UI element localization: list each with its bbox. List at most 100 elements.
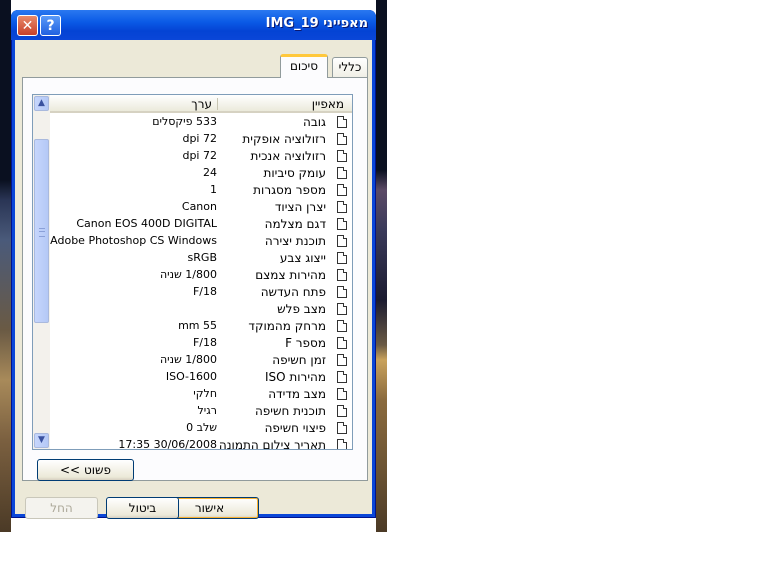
property-name: פתח העדשה <box>260 285 326 299</box>
document-icon <box>337 218 347 230</box>
list-item[interactable]: מרחק מהמוקד 55 mm <box>50 318 352 335</box>
desktop-wallpaper-left <box>0 0 11 532</box>
list-item[interactable]: ייצוג צבע sRGB <box>50 250 352 267</box>
property-value: Canon EOS 400D DIGITAL <box>76 217 217 230</box>
column-header-value[interactable]: ערך <box>191 97 212 111</box>
tab-general[interactable]: כללי <box>332 57 368 77</box>
vertical-scrollbar[interactable]: ▲ ▼ <box>33 95 50 449</box>
property-value: 55 mm <box>178 319 217 332</box>
list-item[interactable]: מספר מסגרות 1 <box>50 182 352 199</box>
list-item[interactable]: עומק סיביות 24 <box>50 165 352 182</box>
scroll-thumb[interactable] <box>34 139 49 323</box>
property-name: מהירות ISO <box>264 370 326 384</box>
list-item[interactable]: מהירות צמצם 1/800 שניה <box>50 267 352 284</box>
property-name: מהירות צמצם <box>255 268 326 282</box>
simple-button[interactable]: << פשוט <box>37 459 134 481</box>
property-name: מספר מסגרות <box>253 183 326 197</box>
property-name: מספר F <box>285 336 326 350</box>
apply-button[interactable]: החל <box>25 497 98 519</box>
property-name: תאריך צילום התמונה <box>218 438 326 450</box>
property-name: מצב מדידה <box>268 387 326 401</box>
document-icon <box>337 269 347 281</box>
list-item[interactable]: פתח העדשה F/18 <box>50 284 352 301</box>
document-icon <box>337 439 347 449</box>
tab-summary[interactable]: סיכום <box>280 54 328 78</box>
scroll-down-icon[interactable]: ▼ <box>34 433 49 448</box>
document-icon <box>337 337 347 349</box>
property-name: תוכנית חשיפה <box>254 404 326 418</box>
document-icon <box>337 116 347 128</box>
document-icon <box>337 252 347 264</box>
title-bar[interactable]: ✕ ? מאפייני IMG_19 <box>11 10 376 40</box>
document-icon <box>337 167 347 179</box>
document-icon <box>337 133 347 145</box>
property-value: ISO-1600 <box>165 370 217 383</box>
property-value: רגיל <box>197 404 217 417</box>
property-value: 30/06/2008 17:35 <box>118 438 217 450</box>
grip-icon <box>39 228 45 237</box>
property-name: זמן חשיפה <box>272 353 326 367</box>
property-value: 1 <box>210 183 217 196</box>
window-title: מאפייני IMG_19 <box>265 16 368 31</box>
document-icon <box>337 201 347 213</box>
property-name: מרחק מהמוקד <box>248 319 326 333</box>
property-name: תוכנת יצירה <box>264 234 326 248</box>
document-icon <box>337 405 347 417</box>
column-header-property[interactable]: מאפיין <box>312 97 344 111</box>
property-name: רזולוציה אופקית <box>242 132 326 146</box>
list-item[interactable]: יצרן הציוד Canon <box>50 199 352 216</box>
list-item[interactable]: תאריך צילום התמונה 30/06/2008 17:35 <box>50 437 352 450</box>
list-header: מאפיין ערך <box>50 95 352 113</box>
property-name: מצב פלש <box>277 302 326 316</box>
document-icon <box>337 320 347 332</box>
column-divider[interactable] <box>217 98 218 110</box>
scroll-up-icon[interactable]: ▲ <box>34 96 49 111</box>
document-icon <box>337 388 347 400</box>
document-icon <box>337 371 347 383</box>
property-value: Canon <box>181 200 217 213</box>
document-icon <box>337 354 347 366</box>
list-rows: גובה 533 פיקסלים רזולוציה אופקית 72 dpi רזול… <box>50 114 352 450</box>
property-value: 72 dpi <box>182 132 217 145</box>
list-item[interactable]: פיצוי חשיפה שלב 0 <box>50 420 352 437</box>
property-value: 72 dpi <box>182 149 217 162</box>
document-icon <box>337 422 347 434</box>
close-icon[interactable]: ✕ <box>17 15 38 36</box>
property-value: F/18 <box>192 336 217 349</box>
list-item[interactable]: תוכנת יצירה Adobe Photoshop CS Windows <box>50 233 352 250</box>
list-item[interactable]: מצב פלש <box>50 301 352 318</box>
document-icon <box>337 150 347 162</box>
list-item[interactable]: גובה 533 פיקסלים <box>50 114 352 131</box>
property-value: 24 <box>203 166 217 179</box>
property-name: עומק סיביות <box>263 166 326 180</box>
list-item[interactable]: מספר F F/18 <box>50 335 352 352</box>
list-item[interactable]: תוכנית חשיפה רגיל <box>50 403 352 420</box>
cancel-button[interactable]: ביטול <box>106 497 179 519</box>
list-item[interactable]: דגם מצלמה Canon EOS 400D DIGITAL <box>50 216 352 233</box>
properties-list[interactable]: ▲ ▼ מאפיין ערך גובה 533 פיקסלים רזולוציה א… <box>32 94 353 450</box>
list-item[interactable]: רזולוציה אנכית 72 dpi <box>50 148 352 165</box>
document-icon <box>337 286 347 298</box>
document-icon <box>337 235 347 247</box>
property-value: 533 פיקסלים <box>152 115 217 128</box>
document-icon <box>337 184 347 196</box>
properties-dialog: ✕ ? מאפייני IMG_19 כללי סיכום ▲ ▼ מאפיין… <box>11 10 376 519</box>
property-value: sRGB <box>187 251 217 264</box>
document-icon <box>337 303 347 315</box>
property-name: גובה <box>303 115 326 129</box>
property-name: יצרן הציוד <box>274 200 326 214</box>
dialog-client-area: כללי סיכום ▲ ▼ מאפיין ערך גובה 533 פיקסלי… <box>15 40 372 519</box>
list-item[interactable]: מהירות ISO ISO-1600 <box>50 369 352 386</box>
property-name: ייצוג צבע <box>279 251 326 265</box>
list-item[interactable]: זמן חשיפה 1/800 שניה <box>50 352 352 369</box>
desktop-wallpaper <box>376 0 387 532</box>
property-value: 1/800 שניה <box>159 353 217 366</box>
list-item[interactable]: רזולוציה אופקית 72 dpi <box>50 131 352 148</box>
property-value: חלקי <box>193 387 217 400</box>
property-name: פיצוי חשיפה <box>264 421 326 435</box>
property-name: רזולוציה אנכית <box>250 149 327 163</box>
list-item[interactable]: מצב מדידה חלקי <box>50 386 352 403</box>
help-button[interactable]: ? <box>40 15 61 36</box>
property-value: F/18 <box>192 285 217 298</box>
property-value: 1/800 שניה <box>159 268 217 281</box>
